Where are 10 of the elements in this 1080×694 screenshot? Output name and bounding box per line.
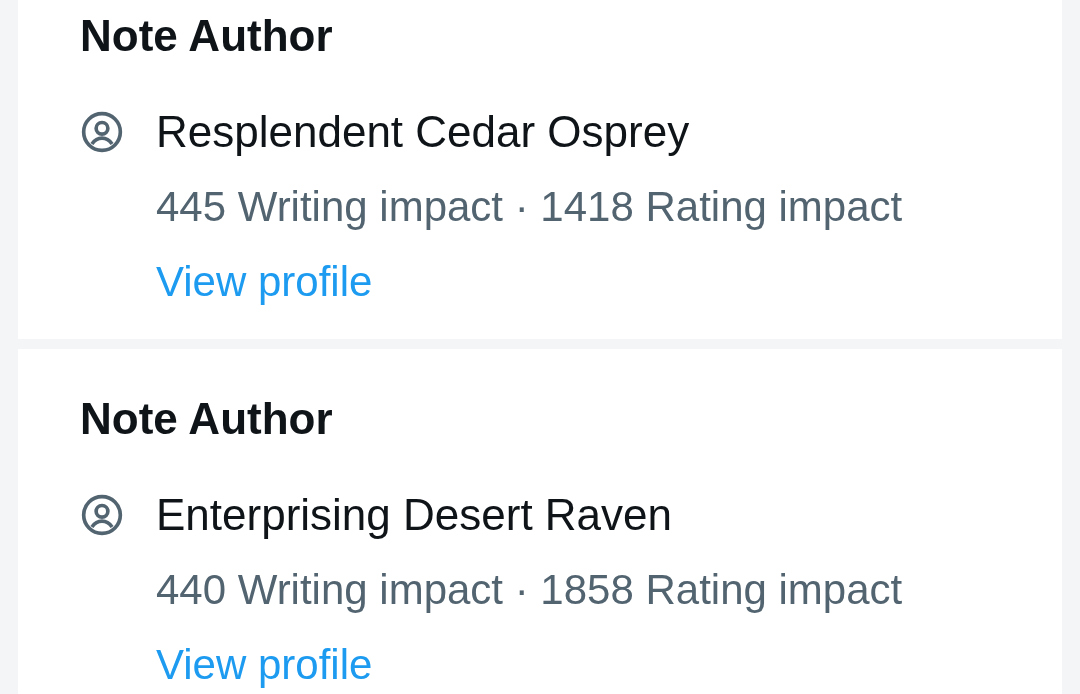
user-circle-icon [80, 492, 124, 537]
view-profile-link[interactable]: View profile [156, 244, 373, 319]
impact-stats: 445 Writing impact · 1418 Rating impact [156, 182, 903, 232]
card-title: Note Author [80, 10, 333, 62]
user-circle-icon [80, 109, 124, 154]
author-name: Resplendent Cedar Osprey [156, 105, 690, 158]
card-title: Note Author [80, 393, 333, 445]
author-name: Enterprising Desert Raven [156, 488, 672, 541]
impact-stats: 440 Writing impact · 1858 Rating impact [156, 565, 903, 615]
view-profile-link[interactable]: View profile [156, 627, 373, 694]
